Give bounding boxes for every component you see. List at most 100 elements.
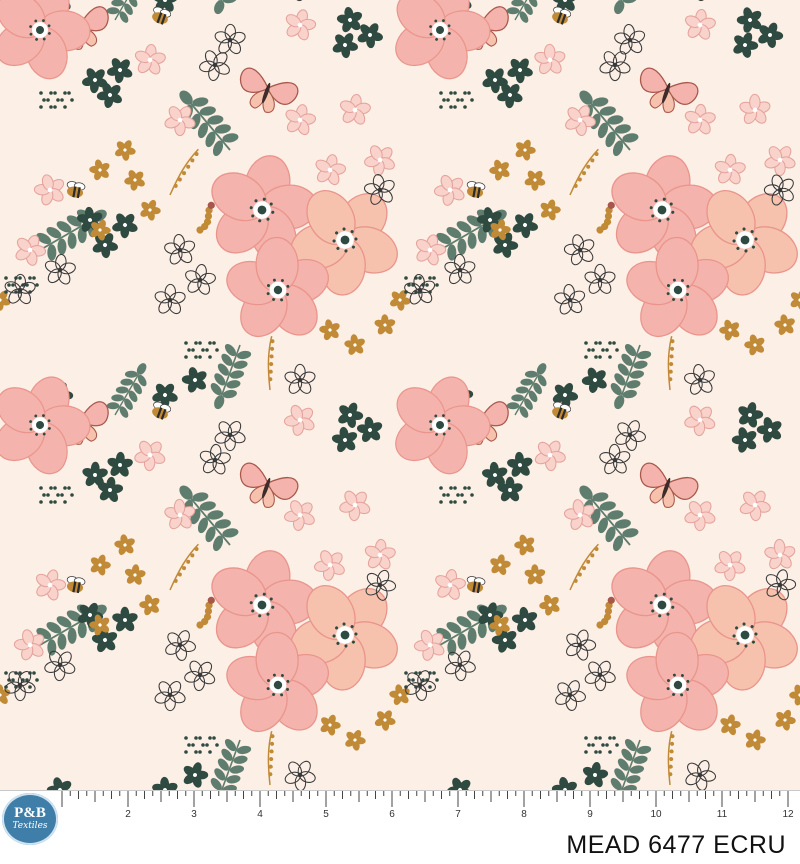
bee	[66, 181, 86, 199]
gold-blossom	[539, 594, 560, 616]
ruler-number: 6	[389, 809, 395, 820]
gold-blossom	[114, 140, 136, 161]
outline-blossom	[584, 263, 616, 294]
dot-cluster	[39, 486, 74, 504]
outline-blossom	[185, 263, 216, 295]
gold-blossom	[790, 289, 800, 311]
leaf-sprig	[610, 343, 652, 410]
gold-blossom	[140, 199, 161, 221]
pink-blossom	[433, 174, 465, 206]
pink-blossom	[283, 404, 315, 436]
brand-logo: P&B Textiles	[2, 793, 58, 845]
outline-blossom	[154, 283, 186, 315]
berry-twig	[267, 335, 275, 391]
pink-blossom	[714, 551, 746, 582]
gold-blossom	[490, 554, 511, 576]
bee	[66, 576, 86, 594]
logo-wordmark: Textiles	[12, 821, 48, 831]
gold-blossom	[89, 159, 110, 181]
pink-blossom	[685, 8, 716, 40]
gold-blossom	[319, 319, 340, 341]
outline-blossom	[164, 233, 196, 265]
fabric-label: MEAD 6477 ECRU	[566, 831, 786, 859]
pink-blossom	[364, 145, 395, 177]
dark-blossom	[46, 777, 72, 790]
dark-blossom	[581, 367, 607, 393]
gold-blossom	[540, 199, 561, 221]
outline-blossom	[214, 23, 246, 55]
outline-blossom	[563, 234, 595, 266]
outline-blossom	[444, 253, 476, 285]
pink-blossom	[339, 490, 371, 522]
gold-blossom	[320, 714, 341, 736]
pink-blossom	[315, 154, 347, 186]
outline-blossom	[199, 50, 230, 82]
ruler-number: 3	[191, 809, 197, 820]
gold-blossom	[524, 170, 546, 191]
gold-blossom	[90, 554, 111, 576]
leaf-sprig	[506, 0, 541, 23]
gold-blossom	[745, 729, 766, 751]
fabric-swatch	[0, 0, 800, 790]
outline-blossom	[165, 630, 196, 661]
dot-cluster	[584, 736, 619, 754]
ruler-number: 7	[455, 809, 461, 820]
pink-blossom	[739, 490, 771, 522]
berry-twig	[667, 730, 675, 786]
dot-cluster	[184, 736, 219, 754]
pink-blossom	[36, 569, 67, 601]
bee	[466, 181, 486, 199]
dark-blossom	[731, 427, 757, 453]
dark-blossom	[181, 367, 207, 393]
pink-blossom	[534, 440, 566, 472]
outline-blossom	[694, 0, 707, 2]
outline-blossom	[214, 421, 246, 452]
outline-blossom	[599, 443, 631, 475]
pink-blossom	[684, 103, 716, 135]
ruler-number: 5	[323, 809, 329, 820]
pink-blossom	[764, 538, 796, 570]
ruler-number: 9	[587, 809, 593, 820]
gold-blossom	[124, 170, 145, 191]
gold-blossom	[114, 534, 135, 555]
dot-cluster	[439, 486, 474, 504]
dark-blossom	[507, 451, 533, 477]
ruler-number: 12	[782, 809, 794, 820]
gold-blossom	[345, 729, 366, 751]
dot-cluster	[184, 341, 219, 359]
ruler-ticks	[61, 791, 789, 807]
gold-blossom	[514, 534, 535, 556]
gold-blossom	[374, 314, 396, 335]
bee	[466, 576, 486, 594]
gold-blossom	[744, 334, 765, 356]
outline-blossom	[685, 760, 717, 790]
pink-blossom	[134, 440, 166, 472]
gold-blossom	[489, 159, 510, 181]
pink-blossom	[314, 550, 345, 581]
outline-blossom	[284, 760, 316, 790]
outline-blossom	[554, 283, 586, 315]
dark-blossom	[183, 762, 209, 788]
outline-blossom	[566, 629, 597, 661]
outline-blossom	[293, 0, 306, 2]
outline-blossom	[44, 253, 76, 285]
berry-twig	[169, 148, 199, 196]
ruler-number: 4	[257, 809, 263, 820]
outline-blossom	[44, 650, 76, 682]
dark-blossom	[152, 776, 178, 790]
gold-blossom	[374, 710, 396, 731]
pink-blossom	[340, 93, 371, 125]
gold-blossom	[789, 684, 800, 706]
outline-blossom	[284, 363, 316, 394]
gold-blossom	[344, 334, 365, 355]
logo-mark: P&B	[14, 805, 46, 821]
pink-blossom	[0, 137, 2, 182]
gold-blossom	[0, 290, 11, 311]
dark-blossom	[177, 0, 213, 3]
ruler-number: 8	[521, 809, 527, 820]
gold-blossom	[515, 139, 536, 161]
pink-blossom	[285, 9, 317, 41]
berry-twig	[267, 730, 275, 786]
floral-pattern	[0, 0, 800, 790]
dark-blossom	[446, 777, 473, 790]
